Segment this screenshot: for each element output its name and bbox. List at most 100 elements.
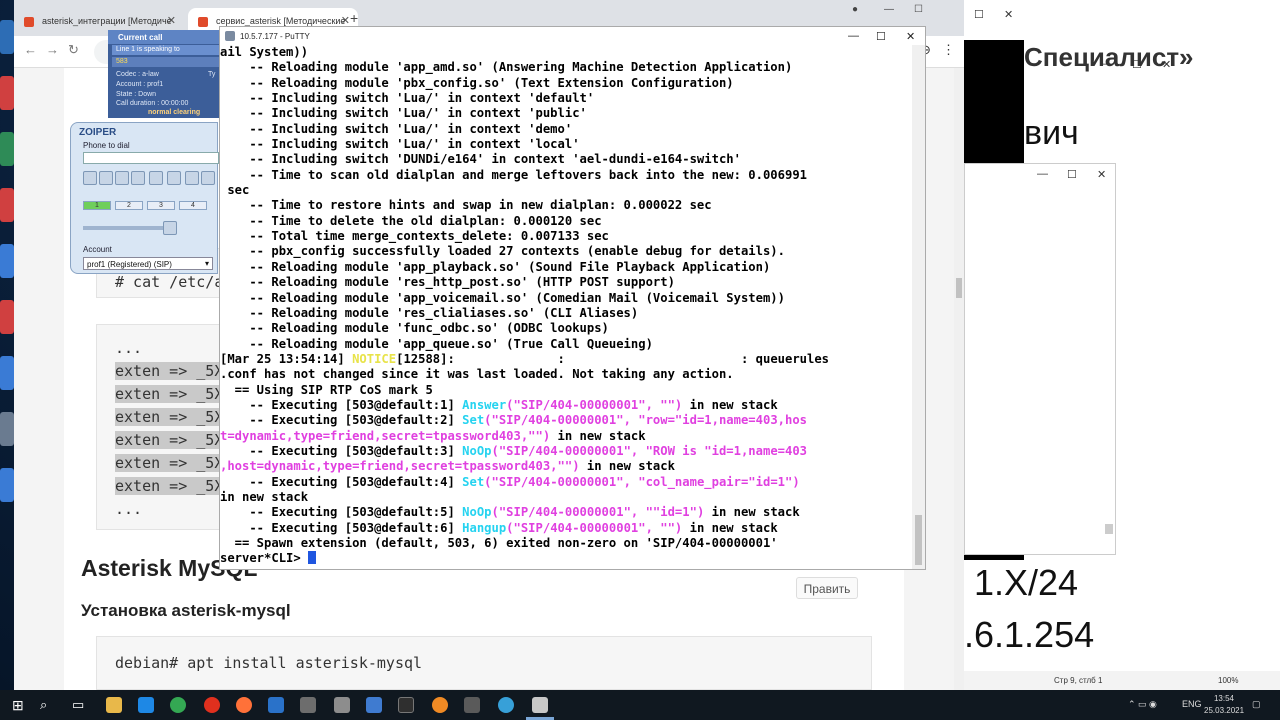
search-icon[interactable] [163, 221, 177, 235]
clock[interactable]: 13:54 25.03.2021 [1204, 693, 1244, 717]
terminal-text: sec [220, 183, 250, 198]
menu-icon[interactable]: ⋮ [942, 42, 955, 58]
maximize-icon[interactable]: ☐ [1067, 168, 1077, 181]
edit-button[interactable]: Править [796, 577, 858, 599]
phone-input[interactable] [83, 152, 219, 164]
dial-icon[interactable] [83, 171, 97, 185]
language-indicator[interactable]: ENG [1182, 699, 1202, 709]
back-arrow-icon[interactable]: ← [24, 42, 37, 57]
desktop-icon[interactable] [0, 20, 14, 54]
terminal-line: -- Including switch 'Lua/' in context 'd… [220, 91, 912, 106]
close-icon[interactable]: ✕ [1004, 8, 1013, 21]
desktop-icon[interactable] [0, 132, 14, 166]
taskbar: ⊞ ⌕ ▭ ⌃ ▭ ◉ ENG 13:54 25.03.2021 ▢ [0, 690, 1280, 720]
app-icon[interactable] [268, 697, 284, 713]
terminal-text: in new stack [682, 520, 778, 535]
minimize-icon[interactable]: — [1100, 58, 1111, 70]
terminal-line: -- Executing [503@default:5] NoOp("SIP/4… [220, 505, 912, 520]
hold-icon[interactable] [115, 171, 129, 185]
terminal-text: -- Time to scan old dialplan and merge l… [220, 167, 807, 182]
task-view-icon[interactable]: ▭ [72, 697, 84, 713]
desktop-icon[interactable] [0, 300, 14, 334]
cursor-position: Стр 9, стлб 1 [1054, 676, 1103, 685]
subsection-heading: Установка asterisk-mysql [81, 601, 291, 620]
app-args: ,host=dynamic,type=friend,secret=tpasswo… [220, 459, 580, 474]
codec-label: Codec : a-law [116, 71, 159, 78]
terminal-scrollbar[interactable] [912, 45, 925, 569]
gateway-line: .6.1.254 [964, 614, 1095, 655]
line-4-button[interactable]: 4 [179, 201, 207, 210]
minimize-icon[interactable]: — [884, 4, 894, 15]
maximize-icon[interactable]: ☐ [1132, 58, 1142, 71]
firefox-icon[interactable] [236, 697, 252, 713]
close-icon[interactable]: ✕ [167, 14, 176, 27]
scrollbar-thumb[interactable] [956, 278, 962, 298]
history-icon[interactable] [167, 171, 181, 185]
terminal-text: .conf has not changed since it was last … [220, 367, 734, 382]
desktop-icon[interactable] [0, 412, 14, 446]
reload-icon[interactable]: ↻ [68, 42, 79, 58]
terminal-icon[interactable] [398, 697, 414, 713]
volume-slider[interactable] [83, 226, 163, 230]
code-line: exten => _5X [115, 454, 224, 472]
notification-icon[interactable]: ▢ [1252, 699, 1261, 710]
app-icon[interactable] [464, 697, 480, 713]
desktop-icon[interactable] [0, 244, 14, 278]
record-icon[interactable] [201, 171, 215, 185]
terminal-line: -- Reloading module 'app_voicemail.so' (… [220, 291, 912, 306]
terminal-output[interactable]: ail System)) -- Reloading module 'app_am… [220, 45, 912, 569]
terminal-line: -- Reloading module 'app_playback.so' (S… [220, 260, 912, 275]
maximize-icon[interactable]: ☐ [974, 8, 984, 21]
hangup-icon[interactable] [99, 171, 113, 185]
tray-icons[interactable]: ⌃ ▭ ◉ [1128, 699, 1157, 710]
settings-icon[interactable] [185, 171, 199, 185]
line-3-button[interactable]: 3 [147, 201, 175, 210]
terminal-text: in new stack [220, 489, 309, 504]
desktop-icon[interactable] [0, 76, 14, 110]
forward-arrow-icon[interactable]: → [46, 42, 59, 57]
close-icon[interactable]: ✕ [1162, 58, 1171, 71]
desktop-icon[interactable] [0, 188, 14, 222]
transfer-icon[interactable] [131, 171, 145, 185]
search-icon[interactable]: ⌕ [40, 697, 47, 713]
opera-icon[interactable] [204, 697, 220, 713]
edge-icon[interactable] [138, 697, 154, 713]
desktop-icon[interactable] [0, 356, 14, 390]
desktop-icon[interactable] [0, 468, 14, 502]
app-icon[interactable] [366, 697, 382, 713]
contacts-icon[interactable] [149, 171, 163, 185]
close-icon[interactable]: ✕ [1097, 168, 1106, 181]
new-tab-button[interactable]: + [350, 10, 358, 26]
file-explorer-icon[interactable] [106, 697, 122, 713]
chrome-icon[interactable] [170, 697, 186, 713]
app-name: Answer [462, 397, 507, 412]
scrollbar-thumb[interactable] [1105, 524, 1113, 534]
app-icon[interactable] [432, 697, 448, 713]
account-select[interactable]: prof1 (Registered) (SIP) ▾ [83, 257, 213, 270]
line-1-button[interactable]: 1 [83, 201, 111, 210]
app-args: ("SIP/404-00000001", "col_name_pair="id=… [484, 474, 800, 489]
minimize-icon[interactable]: — [1037, 168, 1048, 180]
app-icon[interactable] [498, 697, 514, 713]
minimize-icon[interactable]: — [848, 30, 859, 42]
line-2-button[interactable]: 2 [115, 201, 143, 210]
terminal-line: == Using SIP RTP CoS mark 5 [220, 383, 912, 398]
windows-start-icon[interactable]: ⊞ [12, 697, 24, 714]
scrollbar-thumb[interactable] [915, 515, 922, 565]
maximize-icon[interactable]: ☐ [914, 4, 923, 15]
app-icon[interactable] [300, 697, 316, 713]
profile-icon[interactable]: ● [852, 4, 858, 15]
maximize-icon[interactable]: ☐ [876, 30, 886, 43]
page-scrollbar[interactable] [954, 68, 964, 690]
zoiper-logo: ZOIPER [79, 127, 117, 138]
putty-window: 10.5.7.177 - PuTTY — ☐ ✕ ail System)) --… [219, 26, 926, 570]
close-icon[interactable]: ✕ [906, 30, 915, 43]
terminal-text: -- Total time merge_contexts_delete: 0.0… [220, 229, 609, 244]
terminal-text: -- Reloading module 'pbx_config.so' (Tex… [220, 75, 734, 90]
code-line: # cat /etc/a [115, 273, 224, 291]
putty-icon[interactable] [532, 697, 548, 713]
current-call-panel: Current call Line 1 is speaking to 583 C… [108, 30, 220, 118]
terminal-text: -- pbx_config successfully loaded 27 con… [220, 244, 785, 259]
terminal-text: [Mar 25 13:54:14] [220, 351, 353, 366]
app-icon[interactable] [334, 697, 350, 713]
